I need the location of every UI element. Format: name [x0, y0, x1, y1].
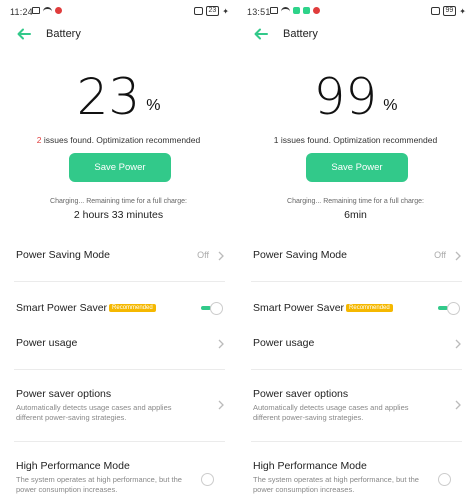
status-bar: 13:51 99 ✦	[237, 0, 474, 22]
battery-level-display: 99%	[237, 68, 474, 126]
status-right: 23 ✦	[193, 6, 229, 16]
power-usage-row[interactable]: Power usage	[253, 337, 462, 349]
smart-power-saver-row[interactable]: Smart Power Saver Recommended	[253, 302, 462, 315]
chevron-right-icon	[218, 339, 224, 349]
battery-percent: 99	[313, 68, 378, 126]
charging-label: Charging... Remaining time for a full ch…	[50, 198, 187, 205]
high-performance-description: The system operates at high performance,…	[253, 475, 419, 494]
power-saving-mode-label: Power Saving Mode	[16, 249, 110, 261]
save-power-button[interactable]: Save Power	[306, 153, 408, 182]
chevron-right-icon	[218, 400, 224, 410]
power-saving-mode-value: Off	[434, 250, 446, 260]
power-saver-options-label: Power saver options	[16, 388, 112, 400]
smart-power-saver-toggle[interactable]	[201, 302, 223, 315]
app-bar: Battery	[237, 26, 474, 46]
power-saver-options-row[interactable]: Power saver options Automatically detect…	[253, 388, 462, 423]
smart-power-saver-label: Smart Power Saver Recommended	[253, 302, 462, 314]
smart-power-saver-text: Smart Power Saver	[16, 302, 108, 314]
issues-message: 2 issues found. Optimization recommended	[0, 135, 237, 145]
status-time: 11:24	[10, 7, 33, 17]
save-power-button[interactable]: Save Power	[69, 153, 171, 182]
battery-status-icon: 99	[442, 6, 457, 16]
app-notification-icon	[293, 7, 300, 14]
toggle-knob	[447, 302, 460, 315]
app-notification-icon	[303, 7, 310, 14]
battery-percent: 23	[76, 68, 141, 126]
smart-power-saver-text: Smart Power Saver	[253, 302, 345, 314]
power-saving-mode-row[interactable]: Power Saving Mode Off	[253, 249, 462, 261]
app-notification-icon	[313, 7, 320, 14]
battery-level-display: 23%	[0, 68, 237, 126]
status-right: 99 ✦	[430, 6, 466, 16]
high-performance-description: The system operates at high performance,…	[16, 475, 182, 494]
back-arrow-icon[interactable]	[253, 26, 269, 42]
charging-label: Charging... Remaining time for a full ch…	[287, 198, 424, 205]
status-time: 13:51	[247, 7, 271, 17]
smart-power-saver-label: Smart Power Saver Recommended	[16, 302, 225, 314]
page-title: Battery	[283, 28, 318, 40]
vibrate-icon	[193, 7, 203, 15]
high-performance-row[interactable]: High Performance Mode The system operate…	[16, 460, 225, 495]
chevron-right-icon	[218, 251, 224, 261]
app-bar: Battery	[0, 26, 237, 46]
vibrate-icon	[430, 7, 440, 15]
toggle-knob	[210, 302, 223, 315]
chevron-right-icon	[455, 339, 461, 349]
power-usage-label: Power usage	[16, 337, 78, 349]
chevron-right-icon	[455, 251, 461, 261]
image-notification-icon	[270, 7, 278, 14]
charging-time: 6min	[344, 209, 367, 221]
wifi-icon	[43, 7, 52, 14]
percent-sign: %	[383, 97, 398, 114]
power-saving-mode-value: Off	[197, 250, 209, 260]
issues-text: issues found. Optimization recommended	[41, 135, 201, 145]
back-arrow-icon[interactable]	[16, 26, 32, 42]
recommended-badge: Recommended	[109, 304, 156, 312]
power-usage-label: Power usage	[253, 337, 315, 349]
toggle-knob	[438, 473, 451, 486]
screens-container: 11:24 23 ✦ Battery 23% 2 issues found. O…	[0, 0, 474, 502]
divider	[14, 441, 225, 442]
charging-time: 2 hours 33 minutes	[73, 209, 164, 221]
image-notification-icon	[32, 7, 40, 14]
power-saver-options-description: Automatically detects usage cases and ap…	[16, 403, 172, 422]
high-performance-label: High Performance Mode	[16, 460, 130, 472]
divider	[14, 281, 225, 282]
toggle-knob	[201, 473, 214, 486]
battery-screen-right: 13:51 99 ✦ Battery 99% 1 issues found. O…	[237, 0, 474, 502]
status-icons	[32, 7, 62, 14]
divider	[251, 369, 462, 370]
battery-status-icon: 23	[205, 6, 220, 16]
issues-text: 1 issues found. Optimization recommended	[273, 135, 438, 145]
power-saver-options-label: Power saver options	[253, 388, 349, 400]
wifi-icon	[281, 7, 290, 14]
power-usage-row[interactable]: Power usage	[16, 337, 225, 349]
power-saver-options-row[interactable]: Power saver options Automatically detect…	[16, 388, 225, 423]
battery-screen-left: 11:24 23 ✦ Battery 23% 2 issues found. O…	[0, 0, 237, 502]
power-saving-mode-label: Power Saving Mode	[253, 249, 347, 261]
high-performance-label: High Performance Mode	[253, 460, 367, 472]
power-saver-options-description: Automatically detects usage cases and ap…	[253, 403, 409, 422]
percent-sign: %	[146, 97, 161, 114]
charging-bolt-icon: ✦	[222, 6, 229, 16]
smart-power-saver-toggle[interactable]	[438, 302, 460, 315]
high-performance-toggle[interactable]	[438, 473, 460, 486]
divider	[14, 369, 225, 370]
power-saving-mode-row[interactable]: Power Saving Mode Off	[16, 249, 225, 261]
recommended-badge: Recommended	[346, 304, 393, 312]
status-bar: 11:24 23 ✦	[0, 0, 237, 22]
charging-bolt-icon: ✦	[459, 6, 466, 16]
issues-message: 1 issues found. Optimization recommended	[237, 135, 474, 145]
high-performance-row[interactable]: High Performance Mode The system operate…	[253, 460, 462, 495]
high-performance-toggle[interactable]	[201, 473, 223, 486]
status-icons	[270, 7, 320, 14]
smart-power-saver-row[interactable]: Smart Power Saver Recommended	[16, 302, 225, 315]
chevron-right-icon	[455, 400, 461, 410]
app-notification-icon	[55, 7, 62, 14]
divider	[251, 281, 462, 282]
divider	[251, 441, 462, 442]
page-title: Battery	[46, 28, 81, 40]
